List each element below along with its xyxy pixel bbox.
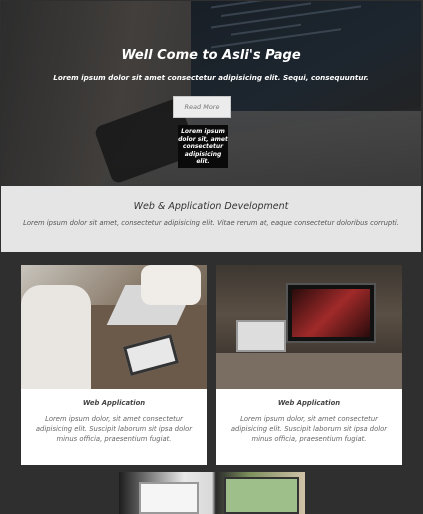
- hero-title: Well Come to Asli's Page: [121, 48, 301, 63]
- section-title: Web & Application Development: [133, 201, 289, 212]
- card-title: Web Application: [277, 399, 341, 407]
- section-text: Lorem ipsum dolor sit amet, consectetur …: [23, 219, 399, 227]
- service-card-1[interactable]: Web Application Lorem ipsum dolor, sit a…: [21, 265, 207, 465]
- card-text: Lorem ipsum dolor, sit amet consectetur …: [230, 415, 388, 443]
- card-text: Lorem ipsum dolor, sit amet consectetur …: [35, 415, 193, 443]
- card-image-workspace-partial: [119, 472, 305, 514]
- hero-banner: Well Come to Asli's Page Lorem ipsum dol…: [1, 1, 421, 186]
- card-title: Web Application: [82, 399, 146, 407]
- read-more-button[interactable]: Read More: [173, 96, 231, 118]
- hero-subtitle: Lorem ipsum dolor sit amet consectetur a…: [53, 73, 369, 82]
- card-image-meeting: [21, 265, 207, 389]
- card-image-desk-setup: [216, 265, 402, 389]
- read-more-tooltip: Lorem ipsum dolor sit, amet consectetur …: [178, 125, 228, 168]
- web-app-dev-section: Web & Application Development Lorem ipsu…: [1, 186, 421, 252]
- service-card-2[interactable]: Web Application Lorem ipsum dolor, sit a…: [216, 265, 402, 465]
